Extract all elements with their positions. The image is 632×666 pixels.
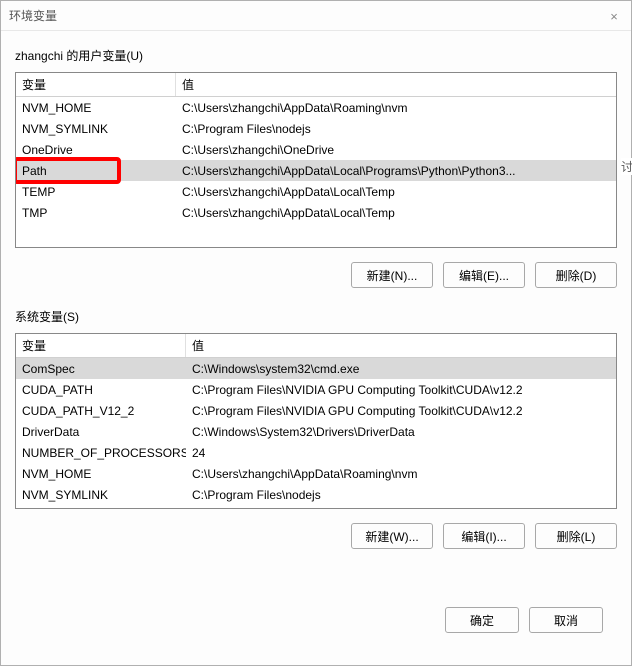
var-value: C:\Windows\system32\cmd.exe xyxy=(186,362,616,376)
table-row[interactable]: PathC:\Users\zhangchi\AppData\Local\Prog… xyxy=(16,160,616,181)
sys-header-name[interactable]: 变量 xyxy=(16,334,186,357)
system-vars-buttons: 新建(W)... 编辑(I)... 删除(L) xyxy=(15,523,617,549)
table-row[interactable]: TMPC:\Users\zhangchi\AppData\Local\Temp xyxy=(16,202,616,223)
sys-delete-button[interactable]: 删除(L) xyxy=(535,523,617,549)
var-name: NVM_SYMLINK xyxy=(16,122,176,136)
table-row[interactable]: NVM_HOMEC:\Users\zhangchi\AppData\Roamin… xyxy=(16,97,616,118)
user-edit-button[interactable]: 编辑(E)... xyxy=(443,262,525,288)
window-title: 环境变量 xyxy=(9,7,57,24)
table-row[interactable]: CUDA_PATH_V12_2C:\Program Files\NVIDIA G… xyxy=(16,400,616,421)
var-name: TMP xyxy=(16,206,176,220)
sys-header-value[interactable]: 值 xyxy=(186,334,616,357)
sys-new-button[interactable]: 新建(W)... xyxy=(351,523,433,549)
titlebar: 环境变量 × xyxy=(1,1,631,31)
table-row[interactable]: NUMBER_OF_PROCESSORS24 xyxy=(16,442,616,463)
var-value: C:\Program Files\NVIDIA GPU Computing To… xyxy=(186,404,616,418)
user-header-name[interactable]: 变量 xyxy=(16,73,176,96)
sys-edit-button[interactable]: 编辑(I)... xyxy=(443,523,525,549)
user-vars-label: zhangchi 的用户变量(U) xyxy=(15,47,617,64)
var-name: DriverData xyxy=(16,425,186,439)
var-name: NVM_SYMLINK xyxy=(16,488,186,502)
var-name: ComSpec xyxy=(16,362,186,376)
var-name: OneDrive xyxy=(16,143,176,157)
user-new-button[interactable]: 新建(N)... xyxy=(351,262,433,288)
var-value: C:\Users\zhangchi\AppData\Roaming\nvm xyxy=(176,101,616,115)
var-value: C:\Windows\System32\Drivers\DriverData xyxy=(186,425,616,439)
system-vars-group: 系统变量(S) 变量 值 ComSpecC:\Windows\system32\… xyxy=(15,308,617,549)
cancel-button[interactable]: 取消 xyxy=(529,607,603,633)
var-name: Path xyxy=(16,164,176,178)
ok-button[interactable]: 确定 xyxy=(445,607,519,633)
sys-rows: ComSpecC:\Windows\system32\cmd.exeCUDA_P… xyxy=(16,358,616,505)
user-vars-buttons: 新建(N)... 编辑(E)... 删除(D) xyxy=(15,262,617,288)
var-value: C:\Users\zhangchi\OneDrive xyxy=(176,143,616,157)
system-vars-label: 系统变量(S) xyxy=(15,308,617,325)
var-name: NUMBER_OF_PROCESSORS xyxy=(16,446,186,460)
var-value: 24 xyxy=(186,446,616,460)
content: zhangchi 的用户变量(U) 变量 值 NVM_HOMEC:\Users\… xyxy=(1,31,631,665)
var-value: C:\Users\zhangchi\AppData\Local\Temp xyxy=(176,206,616,220)
table-row[interactable]: NVM_HOMEC:\Users\zhangchi\AppData\Roamin… xyxy=(16,463,616,484)
user-rows: NVM_HOMEC:\Users\zhangchi\AppData\Roamin… xyxy=(16,97,616,223)
var-value: C:\Program Files\nodejs xyxy=(176,122,616,136)
system-vars-listbox[interactable]: 变量 值 ComSpecC:\Windows\system32\cmd.exeC… xyxy=(15,333,617,509)
var-name: CUDA_PATH xyxy=(16,383,186,397)
table-row[interactable]: ComSpecC:\Windows\system32\cmd.exe xyxy=(16,358,616,379)
var-value: C:\Users\zhangchi\AppData\Local\Temp xyxy=(176,185,616,199)
var-name: NVM_HOME xyxy=(16,467,186,481)
var-value: C:\Program Files\NVIDIA GPU Computing To… xyxy=(186,383,616,397)
side-text: 讨 xyxy=(621,158,632,175)
user-vars-listbox[interactable]: 变量 值 NVM_HOMEC:\Users\zhangchi\AppData\R… xyxy=(15,72,617,248)
system-vars-header: 变量 值 xyxy=(16,334,616,358)
env-vars-dialog: 环境变量 × 讨 zhangchi 的用户变量(U) 变量 值 NVM_HOME… xyxy=(0,0,632,666)
table-row[interactable]: OneDriveC:\Users\zhangchi\OneDrive xyxy=(16,139,616,160)
close-icon[interactable]: × xyxy=(603,5,625,27)
var-value: C:\Users\zhangchi\AppData\Roaming\nvm xyxy=(186,467,616,481)
table-row[interactable]: NVM_SYMLINKC:\Program Files\nodejs xyxy=(16,118,616,139)
table-row[interactable]: CUDA_PATHC:\Program Files\NVIDIA GPU Com… xyxy=(16,379,616,400)
user-delete-button[interactable]: 删除(D) xyxy=(535,262,617,288)
var-name: CUDA_PATH_V12_2 xyxy=(16,404,186,418)
user-vars-group: zhangchi 的用户变量(U) 变量 值 NVM_HOMEC:\Users\… xyxy=(15,47,617,288)
var-name: NVM_HOME xyxy=(16,101,176,115)
var-value: C:\Users\zhangchi\AppData\Local\Programs… xyxy=(176,164,616,178)
user-vars-header: 变量 值 xyxy=(16,73,616,97)
table-row[interactable]: DriverDataC:\Windows\System32\Drivers\Dr… xyxy=(16,421,616,442)
user-header-value[interactable]: 值 xyxy=(176,73,616,96)
dialog-footer: 确定 取消 xyxy=(15,589,617,651)
var-value: C:\Program Files\nodejs xyxy=(186,488,616,502)
table-row[interactable]: TEMPC:\Users\zhangchi\AppData\Local\Temp xyxy=(16,181,616,202)
table-row[interactable]: NVM_SYMLINKC:\Program Files\nodejs xyxy=(16,484,616,505)
var-name: TEMP xyxy=(16,185,176,199)
